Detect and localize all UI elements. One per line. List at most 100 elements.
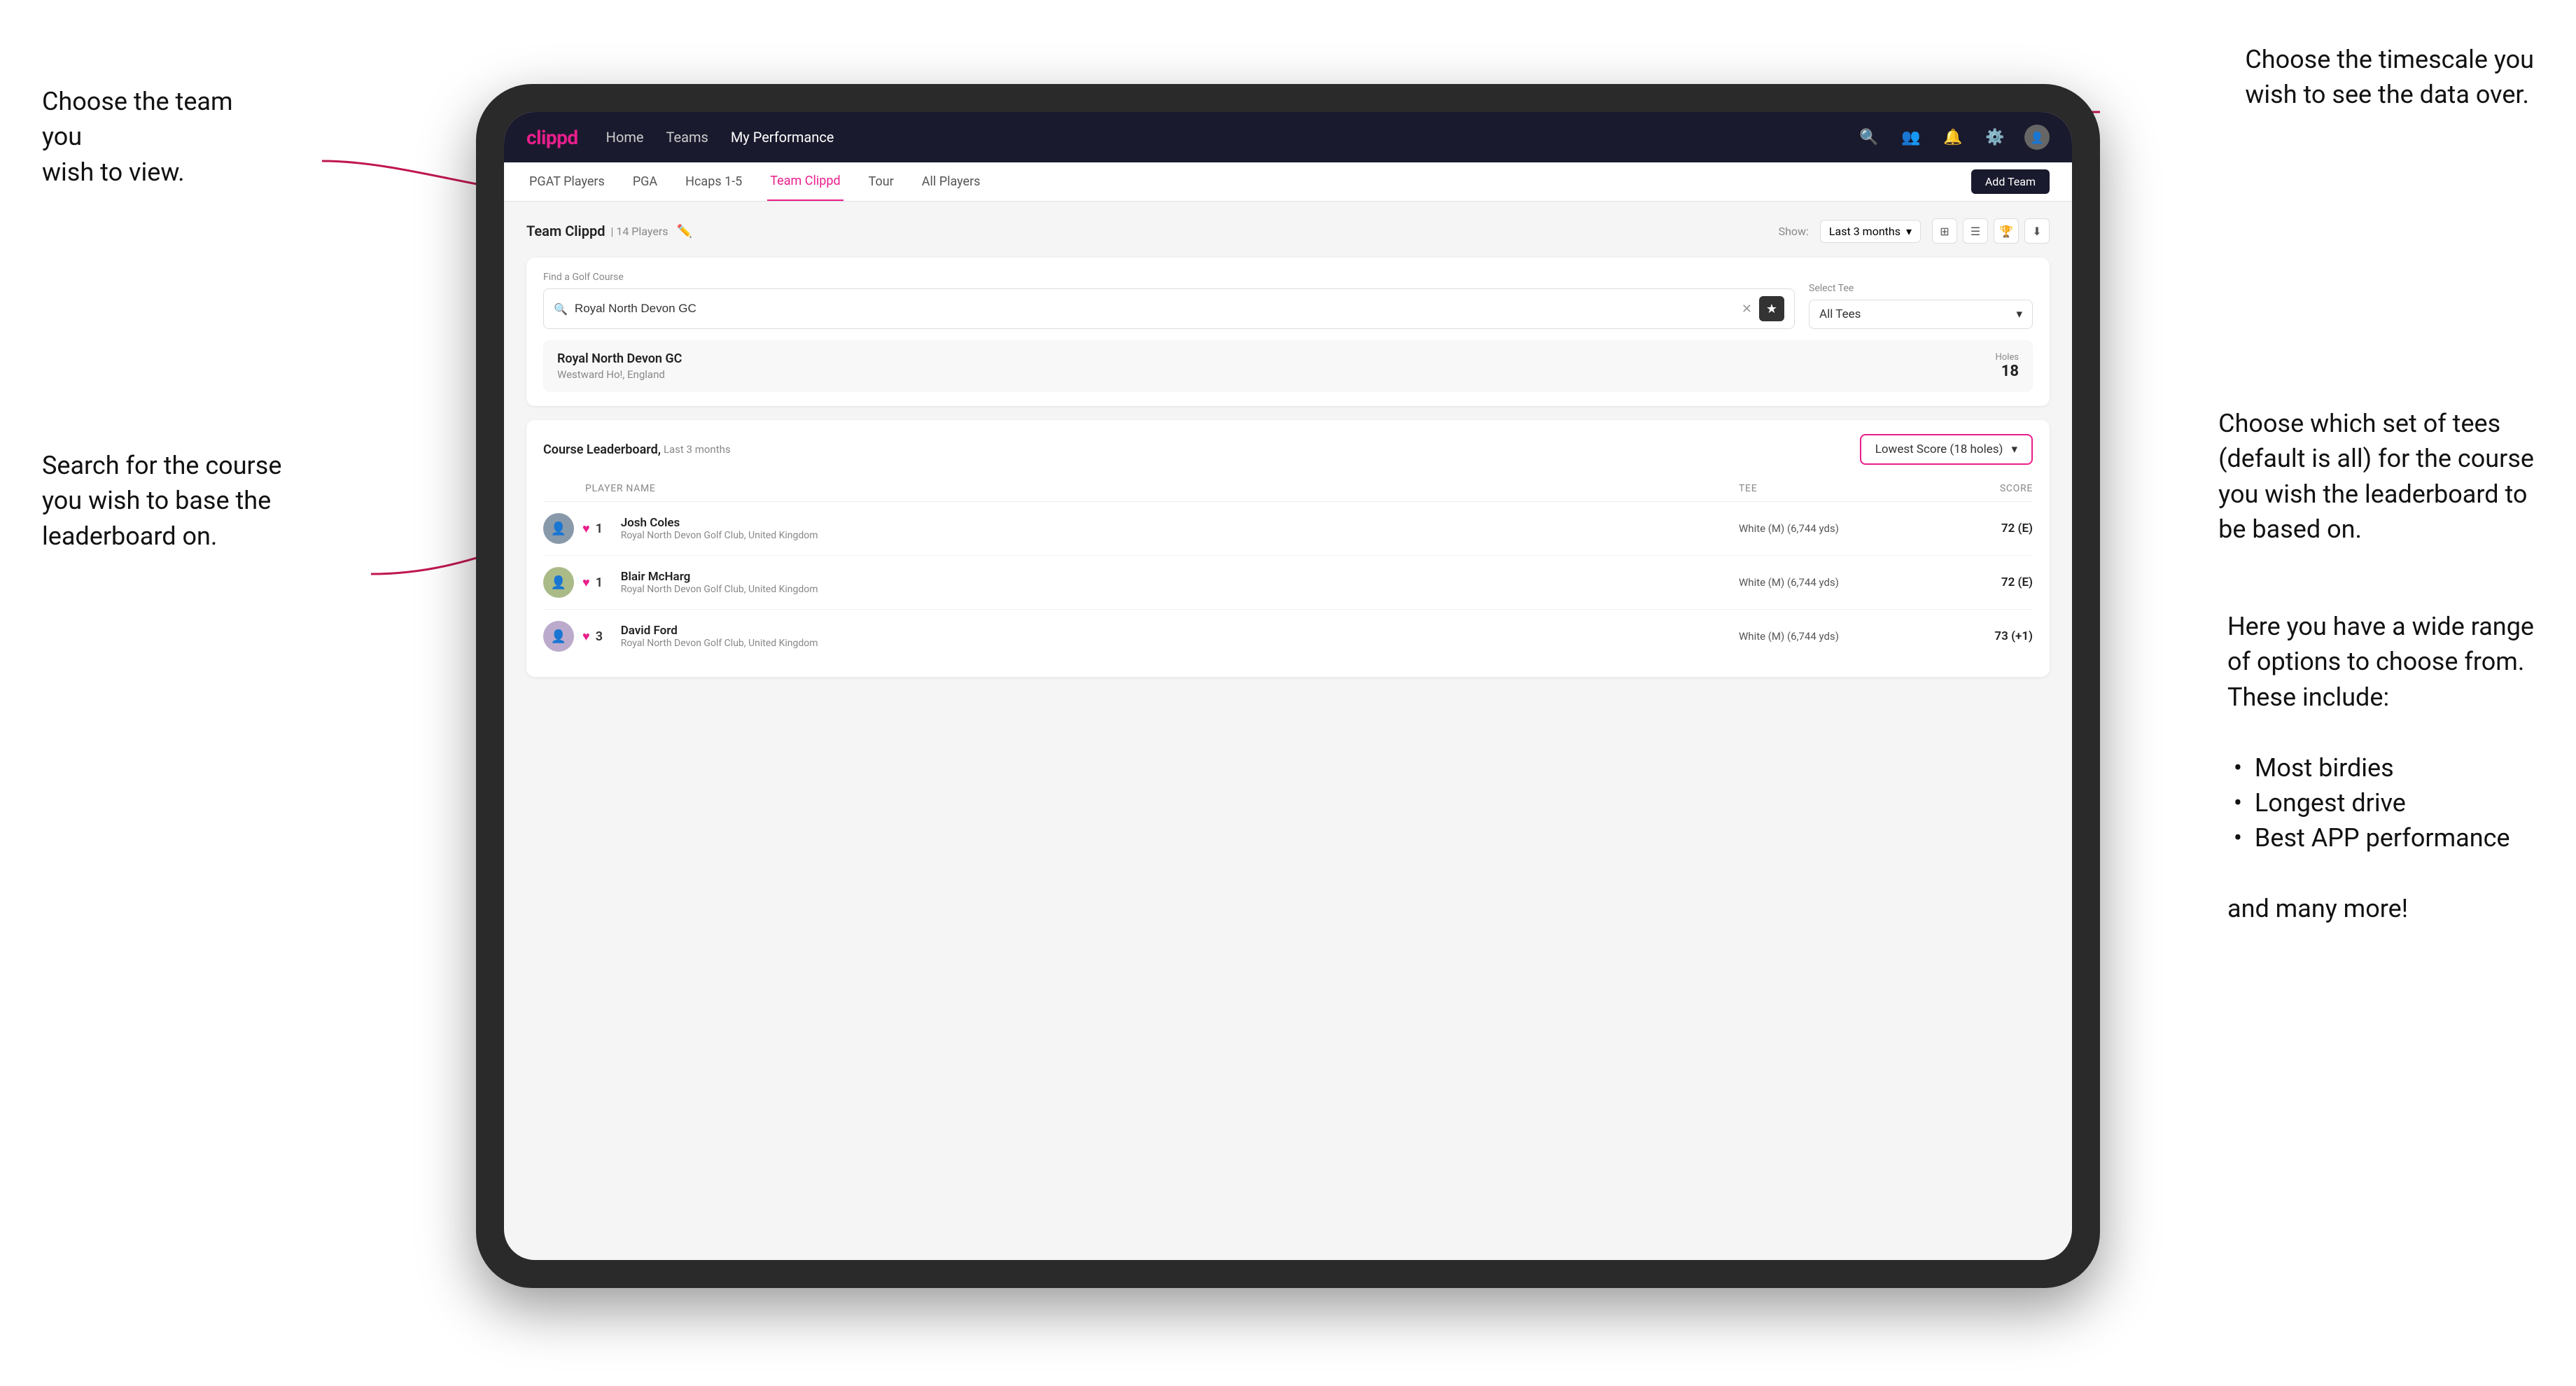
score-info: 72 (E) xyxy=(1949,575,2033,589)
show-label: Show: xyxy=(1779,225,1809,238)
course-result: Royal North Devon GC Westward Ho!, Engla… xyxy=(543,340,2033,392)
course-info: Royal North Devon GC Westward Ho!, Engla… xyxy=(557,351,682,381)
select-tee-label: Select Tee xyxy=(1809,283,2033,294)
tablet-screen: clippd Home Teams My Performance 🔍 👥 🔔 ⚙… xyxy=(504,112,2072,1260)
trophy-icon-button[interactable]: 🏆 xyxy=(1994,218,2019,244)
course-location: Westward Ho!, England xyxy=(557,368,682,381)
add-team-button[interactable]: Add Team xyxy=(1971,169,2050,194)
nav-links: Home Teams My Performance xyxy=(606,126,1856,148)
avatar[interactable]: 👤 xyxy=(2024,125,2050,150)
player-club: Royal North Devon Golf Club, United King… xyxy=(621,638,1739,649)
score-option-value: Lowest Score (18 holes) xyxy=(1875,442,2003,456)
player-name: David Ford xyxy=(621,624,1739,638)
holes-label: Holes xyxy=(1996,352,2019,363)
nav-bar: clippd Home Teams My Performance 🔍 👥 🔔 ⚙… xyxy=(504,112,2072,162)
holes-value: 18 xyxy=(1996,363,2019,380)
users-icon[interactable]: 👥 xyxy=(1898,125,1924,150)
score-select-wrap: Lowest Score (18 holes) ▾ xyxy=(1860,434,2033,465)
tablet-frame: clippd Home Teams My Performance 🔍 👥 🔔 ⚙… xyxy=(476,84,2100,1288)
chevron-down-icon: ▾ xyxy=(2011,442,2017,456)
list-view-button[interactable]: ☰ xyxy=(1963,218,1988,244)
leaderboard-section: Course Leaderboard, Last 3 months Lowest… xyxy=(526,420,2050,677)
rank-number: 3 xyxy=(596,629,612,644)
annotation-bottom-right-text: Here you have a wide rangeof options to … xyxy=(2227,612,2534,923)
annotation-top-right-text: Choose the timescale youwish to see the … xyxy=(2245,45,2534,109)
annotation-middle-left-text: Search for the courseyou wish to base th… xyxy=(42,451,281,551)
download-button[interactable]: ⬇ xyxy=(2024,218,2050,244)
leaderboard-subtitle: Last 3 months xyxy=(664,443,731,456)
course-search-input[interactable] xyxy=(575,302,1735,316)
bell-icon[interactable]: 🔔 xyxy=(1940,125,1966,150)
annotation-middle-left: Search for the courseyou wish to base th… xyxy=(42,448,281,554)
heart-icon[interactable]: ♥ xyxy=(582,522,590,536)
annotation-bottom-right: Here you have a wide rangeof options to … xyxy=(2227,609,2534,927)
show-select[interactable]: Last 3 months ▾ xyxy=(1820,220,1921,243)
star-button[interactable]: ★ xyxy=(1759,296,1784,321)
table-row: 👤 ♥ 1 Blair McHarg Royal North Devon Gol… xyxy=(543,556,2033,610)
clear-icon[interactable]: ✕ xyxy=(1742,302,1752,316)
player-name: Josh Coles xyxy=(621,516,1739,530)
score-select[interactable]: Lowest Score (18 holes) ▾ xyxy=(1860,434,2033,465)
edit-icon[interactable]: ✏️ xyxy=(677,224,692,239)
search-input-wrap[interactable]: 🔍 ✕ ★ xyxy=(543,288,1795,329)
sub-nav-all-players[interactable]: All Players xyxy=(919,162,983,201)
sub-nav-pga[interactable]: PGA xyxy=(630,162,660,201)
col-score-header: SCORE xyxy=(1949,483,2033,494)
tee-select[interactable]: All Tees ▾ xyxy=(1809,300,2033,329)
tee-field: Select Tee All Tees ▾ xyxy=(1809,283,2033,329)
holes-box: Holes 18 xyxy=(1996,352,2019,380)
col-player-header: PLAYER NAME xyxy=(585,483,1739,494)
find-course-label: Find a Golf Course xyxy=(543,272,1795,283)
annotation-top-left: Choose the team youwish to view. xyxy=(42,84,266,190)
grid-view-button[interactable]: ⊞ xyxy=(1932,218,1957,244)
annotation-middle-right: Choose which set of tees(default is all)… xyxy=(2218,406,2534,547)
player-name: Blair McHarg xyxy=(621,570,1739,584)
tee-value: All Tees xyxy=(1819,307,1861,321)
team-name: Team Clippd xyxy=(526,223,605,239)
chevron-down-icon: ▾ xyxy=(1906,225,1912,238)
heart-icon[interactable]: ♥ xyxy=(582,629,590,644)
annotation-middle-right-text: Choose which set of tees(default is all)… xyxy=(2218,409,2534,544)
course-name: Royal North Devon GC xyxy=(557,351,682,366)
rank-number: 1 xyxy=(596,575,612,590)
score-info: 72 (E) xyxy=(1949,522,2033,536)
annotation-top-left-text: Choose the team youwish to view. xyxy=(42,87,233,187)
col-tee-header: TEE xyxy=(1739,483,1949,494)
leaderboard-table: PLAYER NAME TEE SCORE 👤 ♥ 1 Josh Coles xyxy=(543,476,2033,663)
team-count: | 14 Players xyxy=(610,225,668,238)
annotation-top-right: Choose the timescale youwish to see the … xyxy=(2245,42,2534,113)
sub-nav-pgat[interactable]: PGAT Players xyxy=(526,162,608,201)
sub-nav-tour[interactable]: Tour xyxy=(866,162,897,201)
team-header: Team Clippd | 14 Players ✏️ Show: Last 3… xyxy=(526,218,2050,244)
player-info: Josh Coles Royal North Devon Golf Club, … xyxy=(621,516,1739,541)
settings-icon[interactable]: ⚙️ xyxy=(1982,125,2008,150)
player-info: Blair McHarg Royal North Devon Golf Club… xyxy=(621,570,1739,595)
avatar: 👤 xyxy=(543,621,574,652)
avatar: 👤 xyxy=(543,567,574,598)
col-rank-header xyxy=(543,483,585,494)
search-row: Find a Golf Course 🔍 ✕ ★ Select Tee All … xyxy=(543,272,2033,329)
search-icon: 🔍 xyxy=(554,302,568,316)
sub-nav-hcaps[interactable]: Hcaps 1-5 xyxy=(682,162,745,201)
team-header-right: Show: Last 3 months ▾ ⊞ ☰ 🏆 ⬇ xyxy=(1779,218,2050,244)
nav-home[interactable]: Home xyxy=(606,126,644,148)
nav-teams[interactable]: Teams xyxy=(666,126,708,148)
sub-nav-team-clippd[interactable]: Team Clippd xyxy=(767,162,843,201)
content-area: Team Clippd | 14 Players ✏️ Show: Last 3… xyxy=(504,202,2072,694)
table-row: 👤 ♥ 1 Josh Coles Royal North Devon Golf … xyxy=(543,502,2033,556)
tee-info: White (M) (6,744 yds) xyxy=(1739,522,1949,535)
golf-course-field: Find a Golf Course 🔍 ✕ ★ xyxy=(543,272,1795,329)
player-info: David Ford Royal North Devon Golf Club, … xyxy=(621,624,1739,649)
table-header: PLAYER NAME TEE SCORE xyxy=(543,476,2033,502)
tee-info: White (M) (6,744 yds) xyxy=(1739,630,1949,643)
search-icon[interactable]: 🔍 xyxy=(1856,125,1882,150)
sub-nav: PGAT Players PGA Hcaps 1-5 Team Clippd T… xyxy=(504,162,2072,202)
avatar: 👤 xyxy=(543,513,574,544)
leaderboard-title: Course Leaderboard, xyxy=(543,442,661,457)
tee-info: White (M) (6,744 yds) xyxy=(1739,576,1949,589)
show-value: Last 3 months xyxy=(1829,225,1900,238)
nav-my-performance[interactable]: My Performance xyxy=(731,126,834,148)
nav-icons: 🔍 👥 🔔 ⚙️ 👤 xyxy=(1856,125,2050,150)
rank-number: 1 xyxy=(596,522,612,536)
heart-icon[interactable]: ♥ xyxy=(582,575,590,590)
